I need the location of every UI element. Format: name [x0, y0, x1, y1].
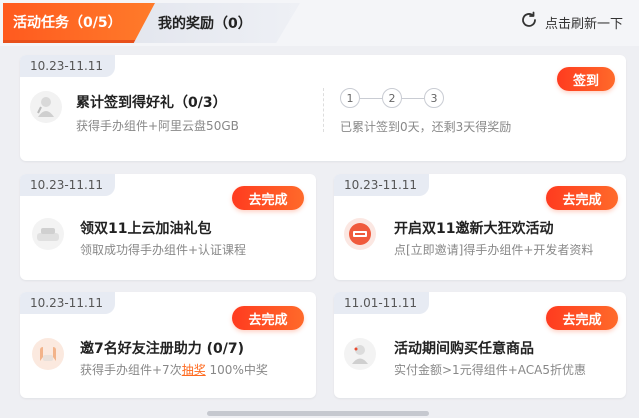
tab-my-rewards-label: 我的奖励（0） — [158, 16, 252, 32]
refresh-button[interactable]: 点击刷新一下 — [519, 11, 623, 33]
checkin-title: 累计签到得好礼（0/3） — [76, 95, 227, 111]
tab-activity-tasks-label: 活动任务（0/5） — [13, 14, 122, 31]
refresh-icon — [519, 10, 539, 34]
complete-button[interactable]: 去完成 — [546, 186, 618, 210]
step-connector — [402, 97, 424, 99]
task-card-2: 10.23-11.11 去完成 开启双11邀新大狂欢活动 点[立即邀请]得手办组… — [334, 174, 626, 280]
complete-button[interactable]: 去完成 — [232, 186, 304, 210]
task-desc: 领取成功得手办组件+认证课程 — [80, 243, 247, 257]
checkin-card: 10.23-11.11 签到 累计签到得好礼（0/3） 获得手办组件+阿里云盘5… — [20, 55, 626, 161]
refresh-label: 点击刷新一下 — [544, 16, 623, 32]
checkin-button[interactable]: 签到 — [557, 67, 615, 91]
task-title: 开启双11邀新大狂欢活动 — [394, 221, 554, 237]
task-card-3: 10.23-11.11 去完成 邀7名好友注册助力 (0/7) 获得手办组件+7… — [20, 292, 316, 398]
task-date: 10.23-11.11 — [20, 174, 116, 196]
shopping-figure-icon — [344, 338, 376, 370]
task-date: 11.01-11.11 — [334, 292, 430, 314]
hands-icon — [32, 338, 64, 370]
task-title: 活动期间购买任意商品 — [394, 341, 534, 357]
task-title: 领双11上云加油礼包 — [80, 221, 212, 237]
step-3: 3 — [424, 88, 444, 108]
checkin-desc: 获得手办组件+阿里云盘50GB — [76, 119, 239, 133]
checkin-progress-text: 已累计签到0天，还剩3天得奖励 — [340, 120, 512, 134]
task-desc: 实付金额>1元得组件+ACA5折优惠 — [394, 363, 586, 377]
figure-icon — [30, 91, 62, 123]
complete-button[interactable]: 去完成 — [232, 306, 304, 330]
gift-pack-icon — [32, 218, 64, 250]
step-2: 2 — [382, 88, 402, 108]
task-date: 10.23-11.11 — [20, 292, 116, 314]
task-card-4: 11.01-11.11 去完成 活动期间购买任意商品 实付金额>1元得组件+AC… — [334, 292, 626, 398]
checkin-steps: 1 2 3 — [340, 88, 444, 108]
task-title: 邀7名好友注册助力 (0/7) — [80, 341, 245, 357]
invite-badge-icon — [344, 218, 376, 250]
tab-my-rewards[interactable]: 我的奖励（0） — [130, 3, 300, 43]
task-card-1: 10.23-11.11 去完成 领双11上云加油礼包 领取成功得手办组件+认证课… — [20, 174, 316, 280]
task-date: 10.23-11.11 — [334, 174, 430, 196]
task-desc: 点[立即邀请]得手办组件+开发者资料 — [394, 243, 594, 257]
step-1: 1 — [340, 88, 360, 108]
task-desc: 获得手办组件+7次抽奖 100%中奖 — [80, 361, 268, 378]
step-connector — [360, 97, 382, 99]
checkin-date: 10.23-11.11 — [20, 55, 116, 77]
complete-button[interactable]: 去完成 — [546, 306, 618, 330]
lottery-link[interactable]: 抽奖 — [182, 363, 206, 377]
divider — [323, 88, 324, 132]
horizontal-scrollbar[interactable] — [207, 411, 429, 416]
task-desc-suffix: 100%中奖 — [205, 363, 268, 377]
tab-bar: 我的奖励（0） 活动任务（0/5） 点击刷新一下 — [0, 0, 639, 46]
task-desc-prefix: 获得手办组件+7次 — [80, 363, 182, 377]
tab-activity-tasks[interactable]: 活动任务（0/5） — [3, 3, 155, 43]
